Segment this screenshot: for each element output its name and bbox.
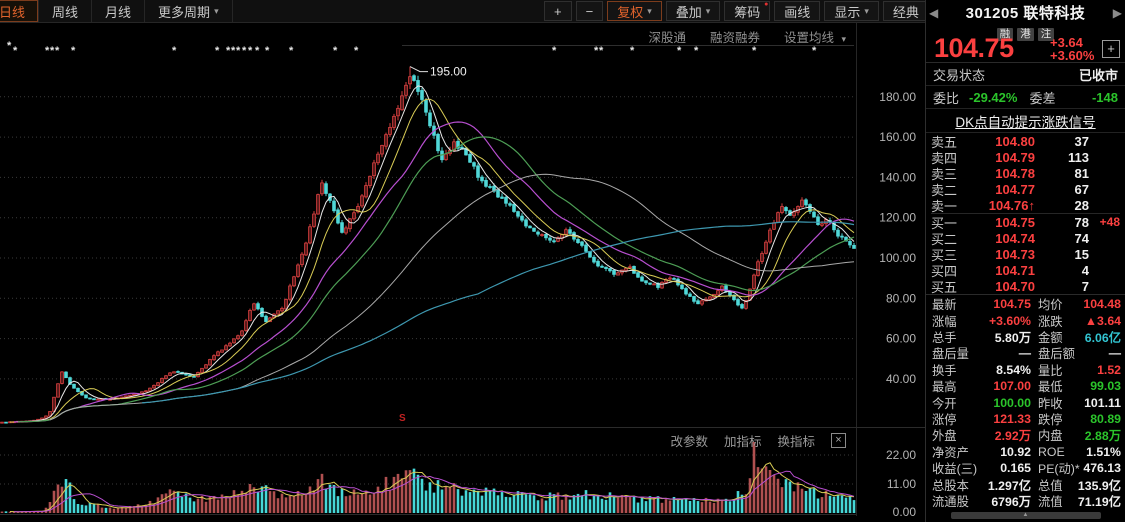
weibi-row: 委比 -29.42% 委差 -148 bbox=[926, 86, 1125, 109]
weicha-value: -148 bbox=[1092, 90, 1118, 105]
stat-row: 总股本1.297亿总值135.9亿 bbox=[932, 476, 1121, 492]
stat-row: 涨幅+3.60%涨跌▲3.64 bbox=[932, 312, 1121, 328]
vol-link-换指标[interactable]: 换指标 bbox=[777, 431, 815, 450]
link-融资融券[interactable]: 融资融券 bbox=[710, 27, 760, 46]
trade-status-value: 已收市 bbox=[1079, 65, 1118, 84]
stat-row: 外盘2.92万内盘2.88万 bbox=[932, 427, 1121, 443]
stock-app-window: 180.00 160.00 140.00 120.00 100.00 80.00 60.00… bbox=[0, 0, 1125, 522]
toolbar-button-经典[interactable]: 经典 bbox=[883, 1, 929, 21]
link-深股通[interactable]: 深股通 bbox=[648, 27, 686, 46]
svg-text:0.00: 0.00 bbox=[893, 505, 917, 519]
quote-header: ◀ ▶ 301205 联特科技 融港注 104.75 +3.64 +3.60% … bbox=[926, 0, 1125, 63]
panel-collapse-row: ▲ bbox=[926, 512, 1125, 519]
vol-link-加指标[interactable]: 加指标 bbox=[724, 431, 762, 450]
prev-stock-arrow-icon[interactable]: ◀ bbox=[929, 6, 938, 20]
bid-row[interactable]: 买五104.707 bbox=[931, 278, 1120, 294]
svg-text:160.00: 160.00 bbox=[879, 130, 916, 144]
svg-text:80.00: 80.00 bbox=[886, 291, 916, 305]
price-change: +3.64 +3.60% bbox=[1050, 36, 1094, 62]
sell-signal-marker: S bbox=[399, 413, 406, 424]
svg-text:60.00: 60.00 bbox=[886, 332, 916, 346]
stat-row: 今开100.00昨收101.11 bbox=[932, 394, 1121, 410]
stats-grid: 最新104.75均价104.48涨幅+3.60%涨跌▲3.64总手5.80万金额… bbox=[926, 295, 1125, 509]
link-设置均线[interactable]: 设置均线 ▾ bbox=[784, 27, 846, 46]
stat-row: 最高107.00最低99.03 bbox=[932, 378, 1121, 394]
stat-row: 净资产10.92ROE1.51% bbox=[932, 444, 1121, 460]
svg-text:100.00: 100.00 bbox=[879, 251, 916, 265]
peak-price-annotation: 195.00 bbox=[430, 65, 467, 79]
chart-subheader-links: 深股通 融资融券 设置均线 ▾ bbox=[0, 27, 846, 46]
stat-row: 流通股6796万流值71.19亿 bbox=[932, 493, 1121, 509]
tab-月线[interactable]: 月线 bbox=[92, 0, 145, 22]
close-indicator-button[interactable]: × bbox=[831, 433, 846, 448]
stat-row: 换手8.54%量比1.52 bbox=[932, 362, 1121, 378]
quote-panel: ◀ ▶ 301205 联特科技 融港注 104.75 +3.64 +3.60% … bbox=[925, 0, 1125, 522]
last-price: 104.75 bbox=[934, 33, 1014, 64]
add-to-watchlist-button[interactable]: + bbox=[1102, 40, 1120, 58]
svg-text:40.00: 40.00 bbox=[886, 372, 916, 386]
svg-text:11.00: 11.00 bbox=[887, 477, 916, 491]
stat-row: 收益(三)0.165PE(动)*476.13 bbox=[932, 460, 1121, 476]
collapse-handle[interactable]: ▲ bbox=[951, 512, 1101, 519]
stat-row: 总手5.80万金额6.06亿 bbox=[932, 329, 1121, 345]
toolbar-button-叠加[interactable]: 叠加▾ bbox=[666, 1, 721, 21]
vol-link-改参数[interactable]: 改参数 bbox=[670, 431, 708, 450]
trade-status-row: 交易状态 已收市 bbox=[926, 63, 1125, 86]
period-tabs: 日线周线月线更多周期▾ bbox=[0, 0, 233, 22]
badge-港: 港 bbox=[1017, 28, 1034, 41]
tab-更多周期[interactable]: 更多周期▾ bbox=[145, 0, 233, 22]
svg-text:180.00: 180.00 bbox=[879, 90, 916, 104]
svg-text:120.00: 120.00 bbox=[879, 211, 916, 225]
dk-signal-link[interactable]: DK点自动提示涨跌信号 bbox=[926, 109, 1125, 133]
next-stock-arrow-icon[interactable]: ▶ bbox=[1113, 6, 1122, 20]
svg-text:140.00: 140.00 bbox=[879, 170, 916, 184]
stat-row: 涨停121.33跌停80.89 bbox=[932, 411, 1121, 427]
order-book: 卖五104.8037卖四104.79113卖三104.7881卖二104.776… bbox=[926, 133, 1125, 295]
toolbar-button-−[interactable]: − bbox=[576, 1, 604, 21]
stock-title: 301205 联特科技 bbox=[926, 0, 1125, 23]
indicator-links: 改参数加指标换指标 × bbox=[0, 431, 846, 450]
period-toolbar: 日线周线月线更多周期▾ +−复权▾叠加▾筹码●画线显示▾经典隐藏» bbox=[0, 0, 925, 23]
stat-row: 盘后量—盘后额— bbox=[932, 345, 1121, 361]
toolbar-button-显示[interactable]: 显示▾ bbox=[824, 1, 879, 21]
toolbar-button-复权[interactable]: 复权▾ bbox=[607, 1, 662, 21]
tab-周线[interactable]: 周线 bbox=[39, 0, 92, 22]
svg-text:22.00: 22.00 bbox=[886, 448, 916, 462]
toolbar-button-筹码[interactable]: 筹码● bbox=[724, 1, 770, 21]
tab-日线[interactable]: 日线 bbox=[0, 0, 39, 22]
toolbar-button-画线[interactable]: 画线 bbox=[774, 1, 820, 21]
weibi-value: -29.42% bbox=[969, 90, 1017, 105]
ask-row[interactable]: 卖一104.76↑28 bbox=[931, 197, 1120, 214]
stat-row: 最新104.75均价104.48 bbox=[932, 296, 1121, 312]
toolbar-button-+[interactable]: + bbox=[544, 1, 572, 21]
